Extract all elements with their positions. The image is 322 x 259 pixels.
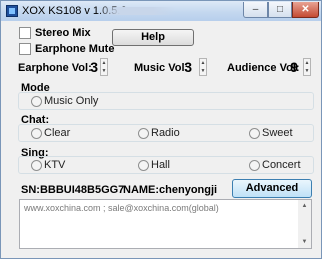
spin-up-icon[interactable]: ▲ [101,59,107,67]
spin-down-icon[interactable]: ▼ [200,67,206,75]
scroll-up-icon[interactable]: ▲ [298,203,311,209]
spin-down-icon[interactable]: ▼ [304,67,310,75]
audience-vol-value[interactable]: 9 [284,59,298,75]
earphone-mute-checkbox[interactable] [19,43,31,55]
sing-concert-radio[interactable] [249,160,260,171]
audience-vol-spinner[interactable]: ▲ ▼ [303,58,311,76]
maximize-button[interactable]: □ [268,2,292,18]
textarea-scrollbar[interactable]: ▲ ▼ [298,200,311,248]
sing-ktv-radio[interactable] [31,160,42,171]
close-button[interactable]: ✕ [292,2,319,18]
user-name: NAME:chenyongji [123,184,218,196]
music-vol-spinner[interactable]: ▲ ▼ [199,58,207,76]
minimize-button[interactable]: – [243,2,268,18]
chat-clear-radio[interactable] [31,128,42,139]
stereo-mix-checkbox[interactable] [19,27,31,39]
info-textarea[interactable]: www.xoxchina.com ; sale@xoxchina.com(glo… [19,199,312,249]
title-bar: XOX KS108 v 1.0.5.6 – □ ✕ [1,1,321,21]
earphone-vol-label: Earphone Vol: [18,62,92,74]
music-only-label: Music Only [44,95,99,107]
title-blur [96,7,176,15]
stereo-mix-label: Stereo Mix [35,27,91,39]
chat-radio-radio[interactable] [138,128,149,139]
app-icon [6,5,18,17]
app-window: XOX KS108 v 1.0.5.6 – □ ✕ Stereo Mix Ear… [0,0,322,259]
spin-up-icon[interactable]: ▲ [304,59,310,67]
serial-number: SN:BBBUI48B5GG7 [21,184,125,196]
scroll-down-icon[interactable]: ▼ [298,239,311,245]
earphone-vol-spinner[interactable]: ▲ ▼ [100,58,108,76]
chat-sweet-label: Sweet [262,127,293,139]
earphone-mute-label: Earphone Mute [35,43,115,55]
chat-clear-label: Clear [44,127,71,139]
chat-radio-label: Radio [151,127,180,139]
help-button[interactable]: Help [112,29,194,46]
sing-concert-label: Concert [262,159,301,171]
spin-up-icon[interactable]: ▲ [200,59,206,67]
advanced-mode-button[interactable]: Advanced Mode [232,179,312,211]
spin-down-icon[interactable]: ▼ [101,67,107,75]
sing-hall-radio[interactable] [138,160,149,171]
contact-text: www.xoxchina.com ; sale@xoxchina.com(glo… [24,203,219,213]
earphone-vol-value[interactable]: 3 [84,59,98,75]
chat-sweet-radio[interactable] [249,128,260,139]
sing-ktv-label: KTV [44,159,66,171]
music-vol-value[interactable]: 3 [178,59,192,75]
music-only-radio[interactable] [31,96,42,107]
sing-hall-label: Hall [151,159,170,171]
